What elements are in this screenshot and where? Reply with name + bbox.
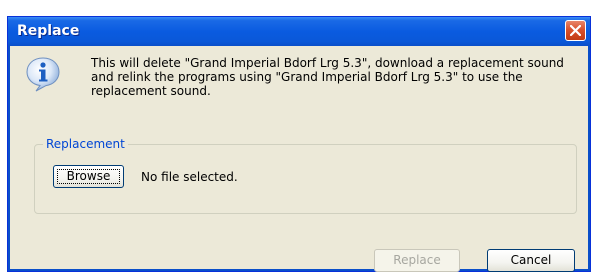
dialog-body: This will delete "Grand Imperial Bdorf L… [8, 46, 590, 272]
browse-button-label: Browse [66, 169, 111, 183]
info-icon [26, 57, 60, 92]
replacement-groupbox: Replacement Browse No file selected. [34, 137, 577, 214]
replace-button[interactable]: Replace [374, 249, 460, 272]
title-bar[interactable]: Replace [8, 17, 590, 46]
replace-dialog: Replace This will delete "Grand Imperial… [7, 16, 591, 272]
close-button[interactable] [565, 20, 586, 41]
dialog-title: Replace [17, 23, 80, 39]
replacement-group-label: Replacement [43, 137, 128, 151]
browse-button[interactable]: Browse [53, 165, 124, 188]
file-status-text: No file selected. [141, 170, 238, 184]
cancel-button[interactable]: Cancel [487, 249, 575, 272]
close-icon [570, 25, 581, 36]
dialog-message: This will delete "Grand Imperial Bdorf L… [91, 56, 564, 98]
